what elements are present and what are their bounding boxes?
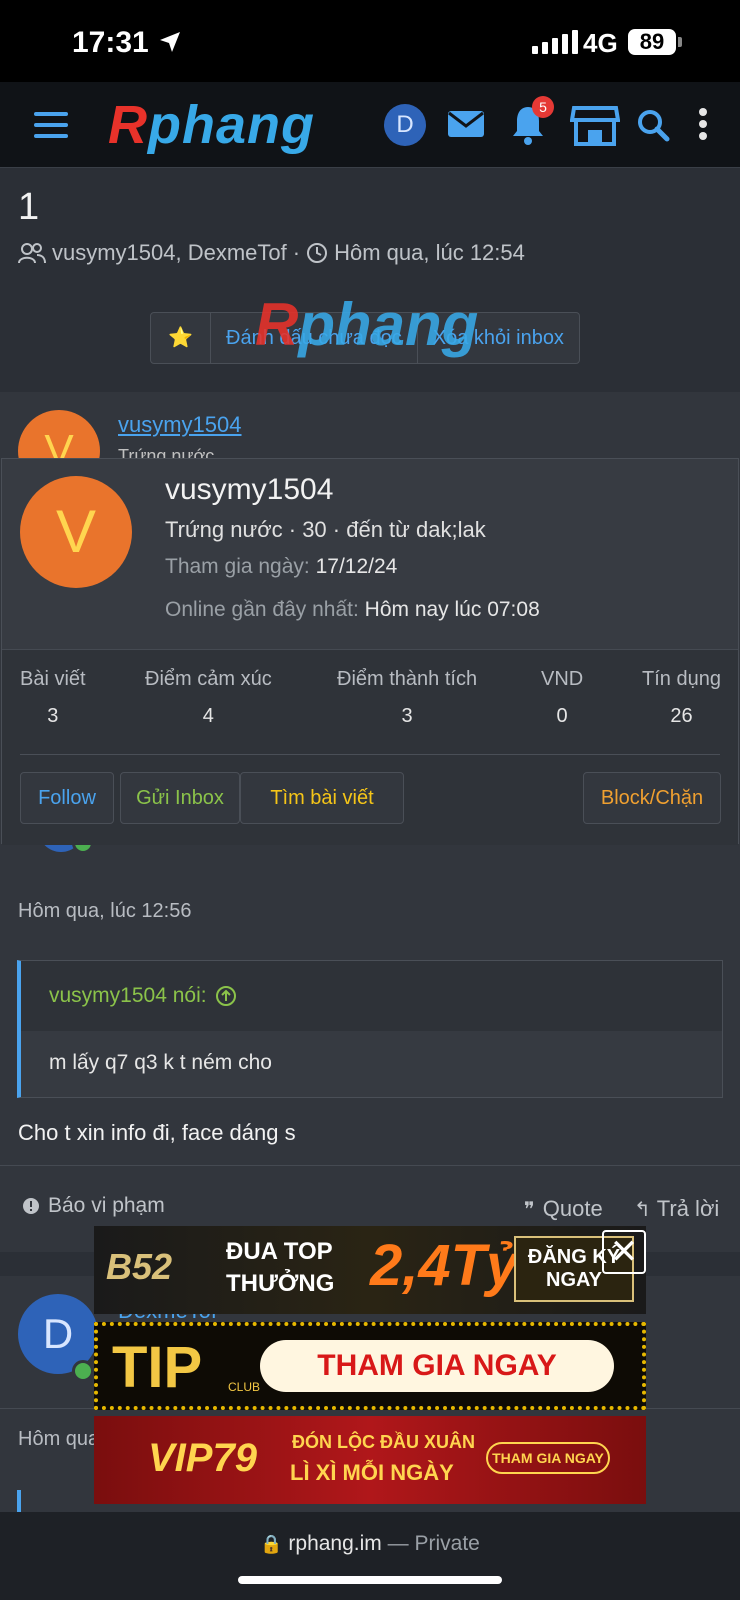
ad-banner-tip[interactable]: TIP CLUB THAM GIA NGAY [94, 1322, 646, 1410]
home-indicator[interactable] [238, 1576, 502, 1584]
ad-line2: THƯỞNG [226, 1270, 335, 1297]
ad-close-button[interactable]: ✕ [602, 1230, 646, 1274]
ad-banner-vip79[interactable]: VIP79 ĐÓN LỘC ĐẦU XUÂN LÌ XÌ MỖI NGÀY TH… [94, 1416, 646, 1504]
reply-icon: ↰ [634, 1199, 651, 1221]
follow-button[interactable]: Follow [20, 772, 114, 824]
block-button[interactable]: Block/Chặn [583, 772, 721, 824]
popup-joined: Tham gia ngày: 17/12/24 [165, 555, 398, 578]
more-options-icon[interactable] [696, 106, 710, 142]
ad-amount: 2,4Tỷ [370, 1233, 519, 1298]
ad-brand: VIP79 [148, 1436, 257, 1480]
popup-avatar[interactable]: V [20, 476, 132, 588]
ad-line2: LÌ XÌ MỖI NGÀY [290, 1460, 454, 1485]
url-text: rphang.im [288, 1532, 382, 1555]
store-icon[interactable] [570, 104, 620, 148]
message2-date[interactable]: Hôm qua [18, 1428, 99, 1451]
popup-last-online: Online gần đây nhất: Hôm nay lúc 07:08 [165, 598, 540, 621]
stat-posts: Bài viết 3 [20, 668, 86, 727]
star-button[interactable]: ⭐ [151, 313, 211, 363]
message-text: Cho t xin info đi, face dáng s [18, 1120, 296, 1145]
message-divider [0, 1165, 740, 1166]
status-bar: 17:31 4G 89 [0, 0, 740, 82]
ad-sub: CLUB [228, 1380, 261, 1394]
ad-cta: THAM GIA NGAY [260, 1340, 614, 1392]
ad-banner-b52[interactable]: B52 ĐUA TOP THƯỞNG 2,4Tỷ ĐĂNG KÝ NGAY [94, 1226, 646, 1314]
search-icon[interactable] [636, 108, 670, 142]
lock-icon: 🔒 [260, 1534, 283, 1554]
message2-quote-edge [17, 1490, 21, 1512]
message-date[interactable]: Hôm qua, lúc 12:56 [18, 900, 191, 923]
users-icon [18, 243, 46, 264]
stat-vnd: VND 0 [541, 668, 584, 727]
ad-line1: ĐÓN LỘC ĐẦU XUÂN [292, 1432, 475, 1452]
quote-text: m lấy q7 q3 k t ném cho [21, 1031, 722, 1097]
online-indicator-icon [72, 1360, 94, 1382]
thread-meta: vusymy1504, DexmeTof · Hôm qua, lúc 12:5… [18, 240, 525, 266]
find-posts-button[interactable]: Tìm bài viết [240, 772, 404, 824]
private-label: Private [414, 1532, 480, 1555]
user-avatar[interactable]: D [384, 104, 426, 146]
location-arrow-icon [160, 32, 180, 52]
popup-user-info: Trứng nước · 30 · đến từ dak;lak [165, 517, 486, 542]
stat-credit: Tín dụng 26 [642, 668, 721, 727]
arrow-up-circle-icon[interactable] [215, 985, 237, 1007]
meta-separator: · [292, 240, 301, 265]
stat-reactions: Điểm cảm xúc 4 [145, 668, 272, 727]
stats-divider [20, 754, 720, 755]
ad-line1: ĐUA TOP [226, 1238, 333, 1265]
popup-stats: Bài viết 3 Điểm cảm xúc 4 Điểm thành tích 3… [2, 649, 738, 845]
ad-cta: THAM GIA NGAY [486, 1442, 610, 1474]
network-type: 4G [583, 28, 618, 58]
reply-link[interactable]: ↰ Trả lời [634, 1196, 719, 1222]
message-username[interactable]: vusymy1504 [118, 412, 242, 438]
logo-watermark: Rphang [255, 291, 479, 358]
send-inbox-button[interactable]: Gửi Inbox [120, 772, 240, 824]
quote-link[interactable]: ❞ Quote [524, 1196, 603, 1222]
thread-participants[interactable]: vusymy1504, DexmeTof [52, 240, 287, 266]
quote-author[interactable]: vusymy1504 nói: [21, 961, 722, 1031]
quote-icon: ❞ [524, 1199, 535, 1221]
battery-tip [678, 37, 682, 47]
battery-icon: 89 [628, 29, 676, 55]
stat-achievements: Điểm thành tích 3 [337, 668, 478, 727]
site-header: Rphang D 5 [0, 82, 740, 168]
report-link[interactable]: Báo vi phạm [22, 1194, 165, 1218]
site-logo[interactable]: Rphang [108, 94, 315, 156]
inbox-mail-icon[interactable] [446, 106, 486, 142]
thread-time: Hôm qua, lúc 12:54 [334, 240, 525, 265]
member-tooltip: V vusymy1504 Trứng nước · 30 · đến từ da… [1, 458, 739, 845]
address-bar[interactable]: 🔒 rphang.im — Private [0, 1532, 740, 1556]
signal-bars-icon [532, 30, 578, 54]
popup-username[interactable]: vusymy1504 [165, 473, 333, 507]
thread-title: 1 [18, 186, 40, 228]
ad-brand: B52 [106, 1246, 173, 1287]
ad-brand: TIP [112, 1335, 203, 1400]
quote-block: vusymy1504 nói: m lấy q7 q3 k t ném cho [17, 960, 723, 1098]
browser-bottom-bar [0, 1512, 740, 1600]
clock-icon [307, 243, 328, 263]
status-time: 17:31 [72, 26, 149, 59]
notification-badge: 5 [532, 96, 554, 118]
alert-icon [23, 1198, 39, 1214]
menu-icon[interactable] [34, 112, 68, 138]
